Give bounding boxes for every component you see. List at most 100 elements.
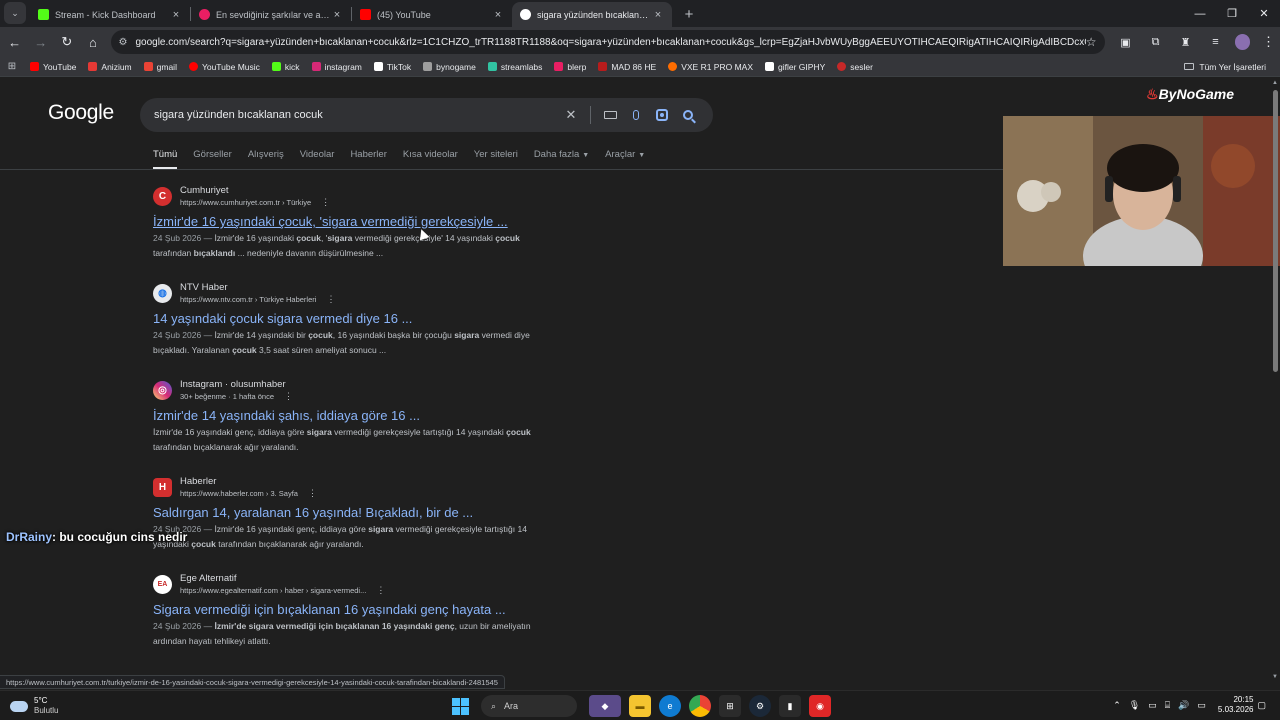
bookmark-mad86[interactable]: MAD 86 HE xyxy=(592,58,662,76)
restore-icon[interactable]: ❐ xyxy=(1216,0,1248,27)
screenshot-icon[interactable]: ▣ xyxy=(1111,30,1141,54)
game-app-icon[interactable]: ◆ xyxy=(589,695,621,717)
bookmark-gmail[interactable]: gmail xyxy=(138,58,183,76)
result-source[interactable]: C Cumhuriyet https://www.cumhuriyet.com.… xyxy=(153,183,593,209)
gmail-icon xyxy=(143,62,153,71)
close-tab-icon[interactable]: × xyxy=(331,9,343,21)
result-title-link[interactable]: 14 yaşındaki çocuk sigara vermedi diye 1… xyxy=(153,310,593,327)
result-title-link[interactable]: Sigara vermediği için bıçaklanan 16 yaşı… xyxy=(153,601,593,618)
filter-more[interactable]: Daha fazla ▼ xyxy=(534,149,589,169)
bookmark-tiktok[interactable]: TikTok xyxy=(368,58,417,76)
battery-icon[interactable]: ▭ xyxy=(1197,700,1206,711)
tab-0[interactable]: Stream - Kick Dashboard × xyxy=(30,2,190,27)
google-logo[interactable]: Google xyxy=(48,101,114,125)
bookmark-blerp[interactable]: blerp xyxy=(548,58,592,76)
file-explorer-icon[interactable]: ▬ xyxy=(629,695,651,717)
reload-icon[interactable]: ↻ xyxy=(55,30,78,54)
result-source[interactable]: ◎ Instagram · olusumhaber 30+ beğenme · … xyxy=(153,377,593,403)
chrome-icon[interactable] xyxy=(689,695,711,717)
steam-icon[interactable]: ⚙ xyxy=(749,695,771,717)
bookmark-streamlabs[interactable]: streamlabs xyxy=(482,58,549,76)
extensions-puzzle-icon[interactable]: ⧉ xyxy=(1141,30,1171,54)
clear-icon[interactable]: ✕ xyxy=(558,102,584,128)
new-tab-button[interactable]: + xyxy=(678,3,700,25)
edge-icon[interactable]: e xyxy=(659,695,681,717)
scroll-up-icon[interactable]: ▲ xyxy=(1272,80,1278,86)
lens-camera-icon[interactable] xyxy=(649,102,675,128)
search-icon[interactable] xyxy=(675,102,701,128)
result-source[interactable]: EA Ege Alternatif https://www.egealterna… xyxy=(153,571,593,597)
close-tab-icon[interactable]: × xyxy=(492,9,504,21)
bookmark-kick[interactable]: kick xyxy=(266,58,306,76)
display-icon[interactable]: ▭ xyxy=(1148,700,1157,711)
home-icon[interactable]: ⌂ xyxy=(81,30,104,54)
tab-2[interactable]: (45) YouTube × xyxy=(352,2,512,27)
search-box[interactable]: sigara yüzünden bıcaklanan cocuk ✕ xyxy=(140,98,713,132)
bookmark-sesler[interactable]: sesler xyxy=(831,58,879,76)
result-source[interactable]: ◍ NTV Haber https://www.ntv.com.tr › Tür… xyxy=(153,280,593,306)
bookmark-instagram[interactable]: instagram xyxy=(306,58,368,76)
page-scrollbar[interactable]: ▲ ▼ xyxy=(1272,80,1279,680)
bookmark-youtube[interactable]: YouTube xyxy=(24,58,82,76)
more-options-icon[interactable]: ⋮ xyxy=(376,585,385,595)
network-icon[interactable]: ⌸ xyxy=(1165,700,1170,711)
filter-news[interactable]: Haberler xyxy=(350,149,386,169)
result-title-link[interactable]: Saldırgan 14, yaralanan 16 yaşında! Bıça… xyxy=(153,504,593,521)
reading-list-icon[interactable]: ≡ xyxy=(1201,30,1231,54)
more-options-icon[interactable]: ⋮ xyxy=(326,294,335,304)
bookmark-youtube-music[interactable]: YouTube Music xyxy=(183,58,266,76)
bookmark-anizium[interactable]: Anizium xyxy=(82,58,137,76)
giphy-icon xyxy=(765,62,775,71)
tab-search-button[interactable]: ⌄ xyxy=(4,2,26,24)
minimize-icon[interactable]: — xyxy=(1184,0,1216,27)
back-arrow-icon[interactable]: ← xyxy=(3,30,26,54)
clock[interactable]: 20:15 5.03.2026 xyxy=(1218,695,1254,715)
filter-videos[interactable]: Videolar xyxy=(300,149,335,169)
keyboard-icon[interactable] xyxy=(597,102,623,128)
tab-1[interactable]: En sevdiğiniz şarkılar ve albümle × xyxy=(191,2,351,27)
filter-all[interactable]: Tümü xyxy=(153,149,178,169)
mic-tray-icon[interactable]: 🎙 xyxy=(1129,700,1140,711)
filter-places[interactable]: Yer siteleri xyxy=(474,149,518,169)
all-bookmarks-button[interactable]: Tüm Yer İşaretleri xyxy=(1178,58,1272,76)
filter-images[interactable]: Görseller xyxy=(193,149,232,169)
result-title-link[interactable]: İzmir'de 16 yaşındaki çocuk, 'sigara ver… xyxy=(153,213,593,230)
more-options-icon[interactable]: ⋮ xyxy=(308,488,317,498)
streamlabs-app-icon[interactable]: ◉ xyxy=(809,695,831,717)
forward-arrow-icon[interactable]: → xyxy=(29,30,52,54)
site-info-icon[interactable]: ⚙ xyxy=(119,37,128,48)
more-options-icon[interactable]: ⋮ xyxy=(321,197,330,207)
bookmark-vxe[interactable]: VXE R1 PRO MAX xyxy=(662,58,759,76)
bookmark-giphy[interactable]: gifler GIPHY xyxy=(759,58,831,76)
epic-games-icon[interactable]: ▮ xyxy=(779,695,801,717)
browser-menu-icon[interactable]: ⋮ xyxy=(1257,30,1280,54)
filter-short-videos[interactable]: Kısa videolar xyxy=(403,149,458,169)
windows-start-icon[interactable] xyxy=(452,697,469,715)
filter-shopping[interactable]: Alışveriş xyxy=(248,149,284,169)
volume-icon[interactable]: 🔊 xyxy=(1178,700,1189,711)
close-tab-icon[interactable]: × xyxy=(170,9,182,21)
microsoft-store-icon[interactable]: ⊞ xyxy=(719,695,741,717)
bookmark-star-icon[interactable]: ☆ xyxy=(1086,35,1097,49)
close-window-icon[interactable]: ✕ xyxy=(1248,0,1280,27)
scrollbar-thumb[interactable] xyxy=(1273,90,1278,372)
result-source[interactable]: H Haberler https://www.haberler.com › 3.… xyxy=(153,474,593,500)
scroll-down-icon[interactable]: ▼ xyxy=(1272,674,1278,680)
result-title-link[interactable]: İzmir'de 14 yaşındaki şahıs, iddiaya gör… xyxy=(153,407,593,424)
apps-grid-icon[interactable]: ⊞ xyxy=(0,61,24,72)
tab-3-active[interactable]: sigara yüzünden bıcaklanan cocuk × xyxy=(512,2,672,27)
weather-widget[interactable]: 5°C Bulutlu xyxy=(10,696,58,716)
address-bar[interactable]: ⚙ google.com/search?q=sigara+yüzünden+bı… xyxy=(110,30,1105,54)
bookmark-label: bynogame xyxy=(436,61,476,72)
filter-tools[interactable]: Araçlar ▼ xyxy=(605,149,645,169)
chevron-up-icon[interactable]: ⌃ xyxy=(1113,700,1121,711)
close-tab-icon[interactable]: × xyxy=(652,9,664,21)
notifications-icon[interactable]: ▢ xyxy=(1257,700,1266,711)
extension-icon[interactable]: ♜ xyxy=(1171,30,1201,54)
profile-avatar[interactable] xyxy=(1234,34,1250,50)
bookmark-bynogame[interactable]: bynogame xyxy=(417,58,482,76)
search-query-input[interactable]: sigara yüzünden bıcaklanan cocuk xyxy=(154,109,558,121)
microphone-icon[interactable] xyxy=(623,102,649,128)
more-options-icon[interactable]: ⋮ xyxy=(284,391,293,401)
taskbar-search[interactable]: ⌕ Ara xyxy=(481,695,577,717)
